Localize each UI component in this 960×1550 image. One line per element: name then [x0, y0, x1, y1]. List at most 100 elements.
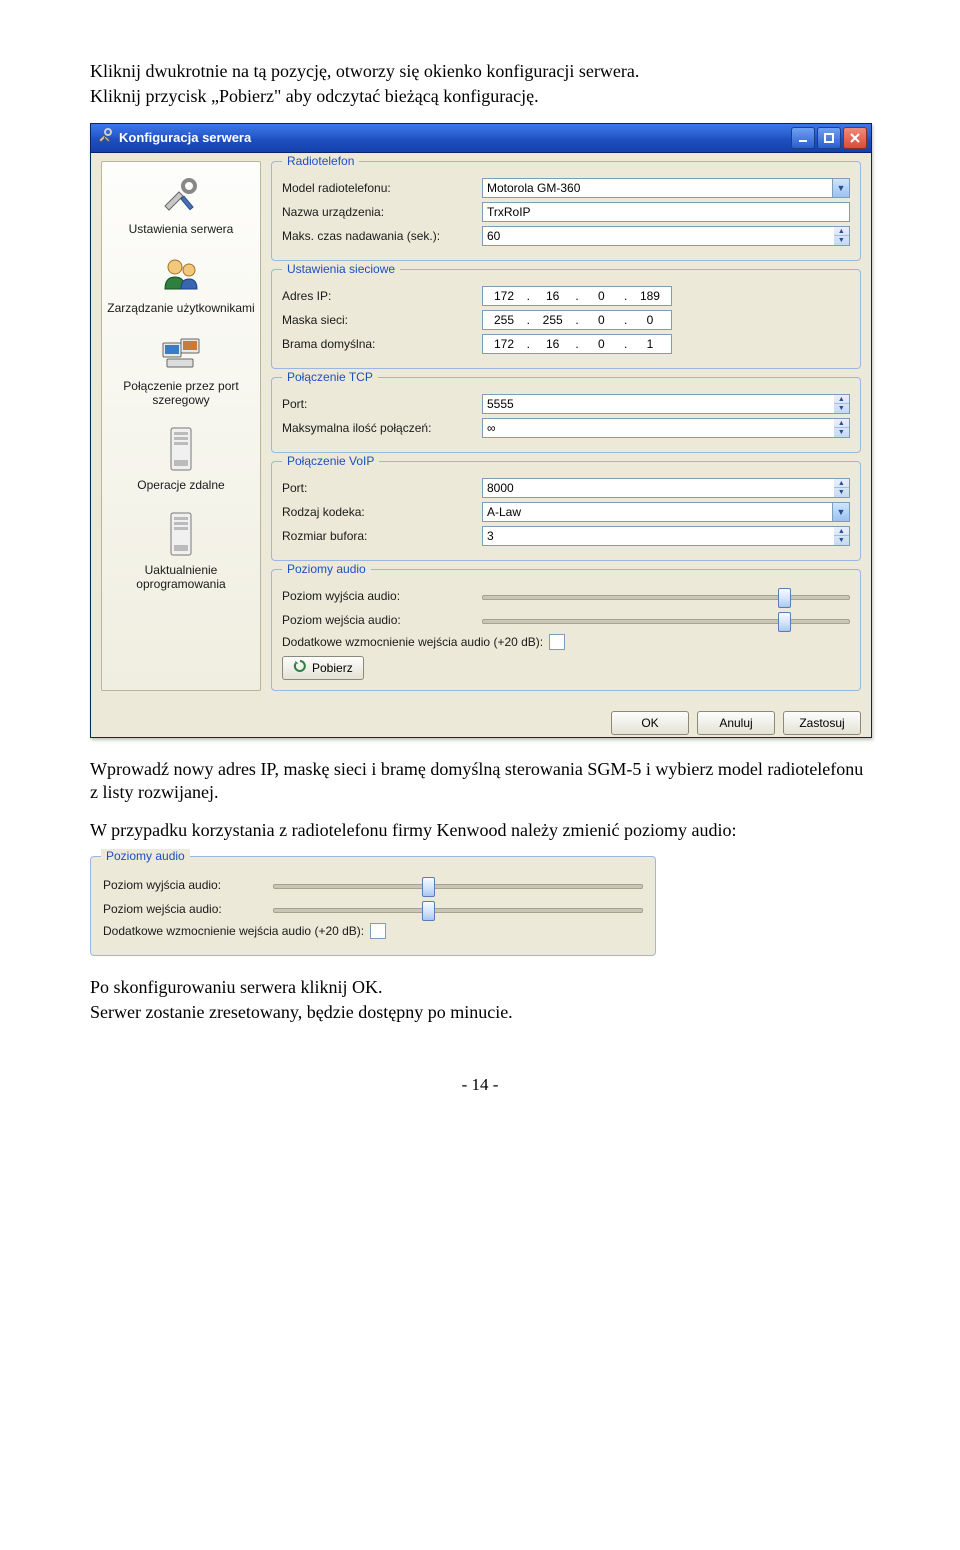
gain-checkbox[interactable] — [549, 634, 565, 650]
after-paragraph-3: Po skonfigurowaniu serwera kliknij OK. — [90, 976, 870, 999]
refresh-icon — [293, 659, 307, 676]
intro-line-2: Kliknij przycisk „Pobierz" aby odczytać … — [90, 85, 870, 108]
spin-up-icon[interactable]: ▲ — [834, 419, 849, 429]
maxtx-label: Maks. czas nadawania (sek.): — [282, 229, 482, 243]
close-button[interactable] — [843, 127, 867, 149]
audio-in-slider[interactable] — [273, 899, 643, 919]
audio-in-slider[interactable] — [482, 610, 850, 630]
wrench-screwdriver-icon — [106, 176, 256, 219]
spin-up-icon[interactable]: ▲ — [834, 395, 849, 405]
maxtx-spinner[interactable]: ▲▼ — [482, 226, 850, 246]
spin-down-icon[interactable]: ▼ — [834, 536, 849, 545]
tcp-port-label: Port: — [282, 397, 482, 411]
spin-up-icon[interactable]: ▲ — [834, 479, 849, 489]
maxconn-input[interactable] — [482, 418, 834, 438]
ip-octet[interactable]: 16 — [536, 337, 570, 351]
gain-label: Dodatkowe wzmocnienie wejścia audio (+20… — [103, 924, 364, 938]
voip-group: Połączenie VoIP Port: ▲▼ Rodzaj kodeka: — [271, 461, 861, 561]
sidebar-item-remote-ops[interactable]: Operacje zdalne — [104, 420, 258, 503]
ip-octet[interactable]: 16 — [536, 289, 570, 303]
sidebar-item-label: Uaktualnienie oprogramowania — [106, 564, 256, 592]
group-legend: Połączenie TCP — [282, 370, 378, 384]
codec-dropdown[interactable]: ▼ — [482, 502, 850, 522]
spin-down-icon[interactable]: ▼ — [834, 428, 849, 437]
network-group: Ustawienia sieciowe Adres IP: 172. 16. 0… — [271, 269, 861, 369]
group-legend: Ustawienia sieciowe — [282, 262, 400, 276]
mask-label: Maska sieci: — [282, 313, 482, 327]
computers-icon — [106, 333, 256, 376]
slider-thumb[interactable] — [422, 877, 435, 897]
audio-out-slider[interactable] — [482, 586, 850, 606]
pobierz-label: Pobierz — [312, 661, 353, 675]
maxtx-input[interactable] — [482, 226, 834, 246]
panel-legend: Poziomy audio — [101, 849, 190, 863]
dialog-buttons: OK Anuluj Zastosuj — [91, 701, 871, 737]
buffer-spinner[interactable]: ▲▼ — [482, 526, 850, 546]
minimize-button[interactable] — [791, 127, 815, 149]
ip-octet[interactable]: 255 — [536, 313, 570, 327]
ip-octet[interactable]: 1 — [633, 337, 667, 351]
window-control-buttons — [791, 127, 867, 149]
maxconn-label: Maksymalna ilość połączeń: — [282, 421, 482, 435]
spin-down-icon[interactable]: ▼ — [834, 236, 849, 245]
tcp-port-input[interactable] — [482, 394, 834, 414]
voip-port-input[interactable] — [482, 478, 834, 498]
gain-checkbox[interactable] — [370, 923, 386, 939]
gateway-input[interactable]: 172. 16. 0. 1 — [482, 334, 672, 354]
ip-octet[interactable]: 0 — [584, 313, 618, 327]
ip-octet[interactable]: 0 — [584, 289, 618, 303]
spin-up-icon[interactable]: ▲ — [834, 527, 849, 537]
device-name-input[interactable] — [482, 202, 850, 222]
pobierz-button[interactable]: Pobierz — [282, 656, 364, 680]
slider-thumb[interactable] — [422, 901, 435, 921]
sidebar-item-update[interactable]: Uaktualnienie oprogramowania — [104, 505, 258, 602]
ip-octet[interactable]: 172 — [487, 337, 521, 351]
ip-octet[interactable]: 189 — [633, 289, 667, 303]
sidebar-item-user-management[interactable]: Zarządzanie użytkownikami — [104, 249, 258, 326]
ip-input[interactable]: 172. 16. 0. 189 — [482, 286, 672, 306]
anuluj-button[interactable]: Anuluj — [697, 711, 775, 735]
slider-thumb[interactable] — [778, 588, 791, 608]
model-label: Model radiotelefonu: — [282, 181, 482, 195]
audio-out-slider[interactable] — [273, 875, 643, 895]
ip-octet[interactable]: 0 — [584, 337, 618, 351]
users-icon — [106, 255, 256, 298]
window-titlebar[interactable]: Konfiguracja serwera — [91, 124, 871, 153]
group-legend: Poziomy audio — [282, 562, 371, 576]
spin-down-icon[interactable]: ▼ — [834, 488, 849, 497]
slider-thumb[interactable] — [778, 612, 791, 632]
voip-port-label: Port: — [282, 481, 482, 495]
model-dropdown[interactable]: ▼ — [482, 178, 850, 198]
ip-octet[interactable]: 255 — [487, 313, 521, 327]
ip-octet[interactable]: 0 — [633, 313, 667, 327]
codec-value[interactable] — [482, 502, 850, 522]
sidebar-item-serial-connection[interactable]: Połączenie przez port szeregowy — [104, 327, 258, 418]
spin-down-icon[interactable]: ▼ — [834, 404, 849, 413]
audio-in-label: Poziom wejścia audio: — [103, 902, 273, 916]
voip-port-spinner[interactable]: ▲▼ — [482, 478, 850, 498]
model-value[interactable] — [482, 178, 850, 198]
zastosuj-button[interactable]: Zastosuj — [783, 711, 861, 735]
maximize-button[interactable] — [817, 127, 841, 149]
sidebar-item-label: Połączenie przez port szeregowy — [106, 380, 256, 408]
radiotelefon-group: Radiotelefon Model radiotelefonu: ▼ Nazw… — [271, 161, 861, 261]
after-paragraph-2: W przypadku korzystania z radiotelefonu … — [90, 819, 870, 842]
sidebar-item-label: Operacje zdalne — [106, 479, 256, 493]
group-legend: Radiotelefon — [282, 154, 359, 168]
after-paragraph-1: Wprowadź nowy adres IP, maskę sieci i br… — [90, 758, 870, 805]
sidebar-item-label: Zarządzanie użytkownikami — [106, 302, 256, 316]
spin-up-icon[interactable]: ▲ — [834, 227, 849, 237]
audio-in-label: Poziom wejścia audio: — [282, 613, 482, 627]
tcp-port-spinner[interactable]: ▲▼ — [482, 394, 850, 414]
tools-icon — [97, 128, 113, 147]
mask-input[interactable]: 255. 255. 0. 0 — [482, 310, 672, 330]
ip-octet[interactable]: 172 — [487, 289, 521, 303]
audio-group: Poziomy audio Poziom wyjścia audio: Pozi… — [271, 569, 861, 691]
sidebar-item-server-settings[interactable]: Ustawienia serwera — [104, 170, 258, 247]
chevron-down-icon: ▼ — [832, 503, 849, 521]
maxconn-spinner[interactable]: ▲▼ — [482, 418, 850, 438]
buffer-input[interactable] — [482, 526, 834, 546]
buffer-label: Rozmiar bufora: — [282, 529, 482, 543]
ok-button[interactable]: OK — [611, 711, 689, 735]
page-number: - 14 - — [90, 1075, 870, 1095]
